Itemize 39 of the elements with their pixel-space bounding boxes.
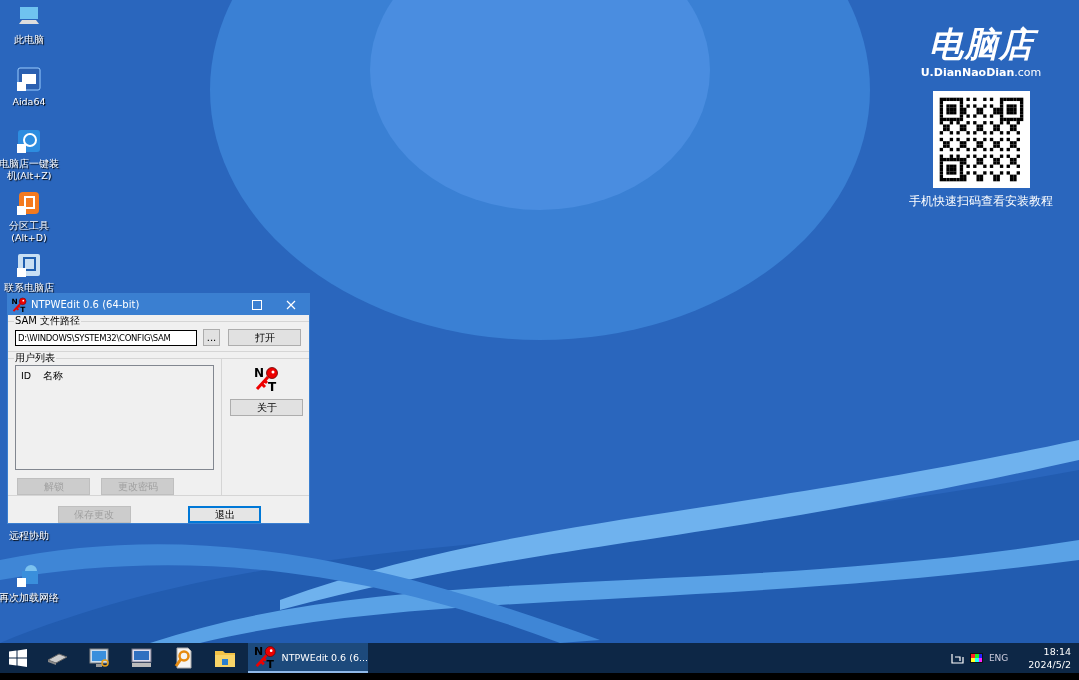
icon-label[interactable]: Aida64: [0, 96, 62, 108]
computer-icon: [129, 646, 153, 670]
open-button[interactable]: 打开: [228, 329, 301, 346]
brand-logo: 电脑店: [920, 22, 1042, 66]
brand-site: U.DianNaoDian.com: [920, 66, 1042, 79]
network-icon[interactable]: [950, 651, 964, 665]
about-button[interactable]: 关于: [230, 399, 303, 416]
close-icon: [286, 299, 296, 310]
language-indicator[interactable]: ENG: [988, 653, 1009, 663]
app-icon[interactable]: [16, 66, 42, 92]
icon-label[interactable]: 此电脑: [0, 34, 62, 46]
taskbar-task[interactable]: N T NTPWEdit 0.6 (6...: [248, 643, 368, 673]
browse-button[interactable]: ...: [203, 329, 220, 346]
task-label: NTPWEdit 0.6 (6...: [281, 651, 368, 663]
app-icon[interactable]: [16, 128, 42, 154]
windows-icon: [9, 649, 27, 667]
dialog-button[interactable]: 退出: [188, 506, 262, 523]
icon-label[interactable]: 远程协助: [0, 530, 62, 542]
icon-label[interactable]: 分区工具(Alt+D): [0, 220, 62, 244]
window-title: NTPWEdit 0.6 (64-bit): [31, 299, 141, 310]
app-logo: N T: [252, 366, 279, 392]
icon-label[interactable]: 电脑店一键装机(Alt+Z): [0, 158, 62, 182]
monitor-icon: [87, 646, 111, 670]
user-list[interactable]: ID 名称: [15, 365, 214, 470]
app-logo: N T: [253, 645, 277, 669]
group-label: SAM 文件路径: [14, 315, 82, 327]
display-icon[interactable]: [969, 651, 983, 665]
qr-caption: 手机快速扫码查看安装教程: [909, 194, 1053, 209]
app-icon[interactable]: [16, 190, 42, 216]
app-icon[interactable]: [16, 252, 42, 278]
path-field[interactable]: D:\WINDOWS\SYSTEM32\CONFIG\SAM: [15, 329, 197, 346]
column-header[interactable]: 名称: [43, 370, 64, 383]
maximize-icon: [252, 299, 262, 310]
clock-date[interactable]: 2024/5/2: [1028, 658, 1071, 671]
column-header[interactable]: ID: [21, 370, 32, 381]
clock-time[interactable]: 18:14: [1043, 645, 1071, 658]
group-label: 用户列表: [14, 352, 56, 364]
icon-label[interactable]: 联系电脑店: [0, 282, 62, 294]
icon-label[interactable]: 再次加载网络: [0, 592, 62, 604]
